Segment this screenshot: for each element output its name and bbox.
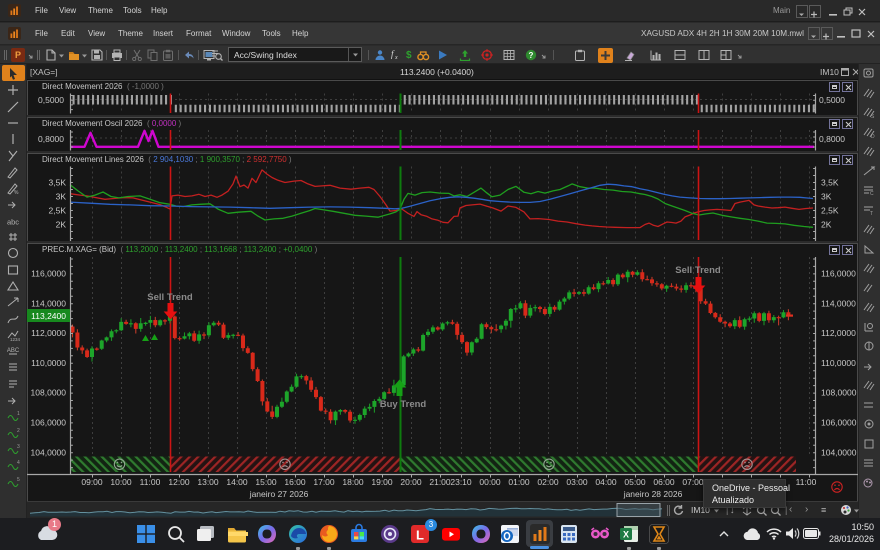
svg-text:11:00: 11:00 bbox=[796, 477, 817, 487]
svg-text:10:00: 10:00 bbox=[110, 477, 132, 487]
svg-text:00:00: 00:00 bbox=[479, 477, 501, 487]
svg-text:09:00: 09:00 bbox=[81, 477, 103, 487]
svg-text:116,0000: 116,0000 bbox=[31, 269, 66, 279]
svg-text:3,5K: 3,5K bbox=[49, 178, 67, 188]
svg-text:X: X bbox=[623, 530, 629, 540]
svg-text:2,5K: 2,5K bbox=[49, 206, 67, 216]
svg-text:04:00: 04:00 bbox=[595, 477, 617, 487]
svg-text:20:00: 20:00 bbox=[400, 477, 422, 487]
svg-text:13:00: 13:00 bbox=[197, 477, 219, 487]
svg-text:112,0000: 112,0000 bbox=[31, 328, 66, 338]
svg-text:L: L bbox=[416, 528, 424, 543]
svg-text:16:00: 16:00 bbox=[284, 477, 306, 487]
svg-text:janeiro 27 2026: janeiro 27 2026 bbox=[249, 489, 309, 499]
svg-text:3K: 3K bbox=[56, 192, 67, 202]
svg-text:janeiro 28 2026: janeiro 28 2026 bbox=[623, 489, 683, 499]
svg-text:2,5K: 2,5K bbox=[821, 206, 839, 216]
svg-text:12:00: 12:00 bbox=[168, 477, 190, 487]
svg-text:106,0000: 106,0000 bbox=[31, 418, 67, 428]
svg-text:17:00: 17:00 bbox=[313, 477, 335, 487]
svg-text:23:10: 23:10 bbox=[450, 477, 472, 487]
svg-text:116,0000: 116,0000 bbox=[821, 269, 856, 279]
svg-text:104,0000: 104,0000 bbox=[31, 447, 67, 457]
svg-text:108,0000: 108,0000 bbox=[31, 388, 67, 398]
svg-text:Buy Trend: Buy Trend bbox=[380, 399, 427, 410]
svg-text:01:00: 01:00 bbox=[508, 477, 530, 487]
svg-text:110,0000: 110,0000 bbox=[31, 358, 66, 368]
svg-text:Sell Trend: Sell Trend bbox=[675, 265, 721, 276]
svg-text:112,0000: 112,0000 bbox=[821, 328, 856, 338]
svg-text:19:00: 19:00 bbox=[371, 477, 393, 487]
svg-text:3,5K: 3,5K bbox=[821, 178, 839, 188]
svg-text:3K: 3K bbox=[821, 192, 832, 202]
svg-text:03:00: 03:00 bbox=[566, 477, 588, 487]
svg-text:2K: 2K bbox=[821, 220, 832, 230]
svg-text:11:00: 11:00 bbox=[140, 477, 161, 487]
svg-text:14:00: 14:00 bbox=[226, 477, 248, 487]
svg-text:106,0000: 106,0000 bbox=[821, 418, 857, 428]
svg-text:108,0000: 108,0000 bbox=[821, 388, 857, 398]
svg-text:15:00: 15:00 bbox=[255, 477, 277, 487]
svg-text:06:00: 06:00 bbox=[653, 477, 675, 487]
svg-text:18:00: 18:00 bbox=[342, 477, 364, 487]
svg-text:114,0000: 114,0000 bbox=[31, 298, 66, 308]
svg-text:110,0000: 110,0000 bbox=[821, 358, 856, 368]
svg-text:114,0000: 114,0000 bbox=[821, 298, 856, 308]
svg-text:21:00: 21:00 bbox=[429, 477, 451, 487]
svg-text:05:00: 05:00 bbox=[624, 477, 646, 487]
svg-text:2K: 2K bbox=[56, 220, 67, 230]
svg-text:113,2400: 113,2400 bbox=[31, 311, 66, 321]
svg-text:Sell Trend: Sell Trend bbox=[147, 292, 193, 303]
svg-text:104,0000: 104,0000 bbox=[821, 447, 857, 457]
svg-text:07:00: 07:00 bbox=[682, 477, 704, 487]
svg-text:02:00: 02:00 bbox=[537, 477, 559, 487]
